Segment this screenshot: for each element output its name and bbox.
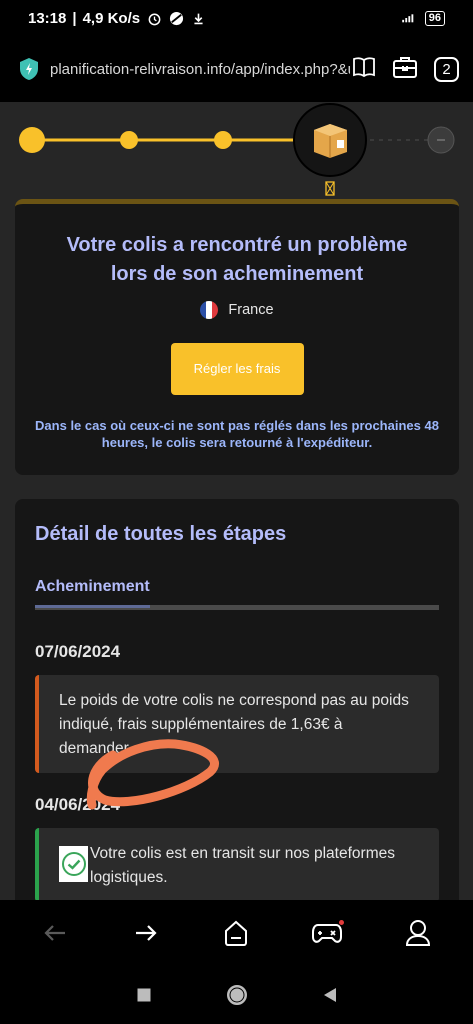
event-text: Votre colis est en transit sur nos plate… — [90, 845, 395, 886]
details-title: Détail de toutes les étapes — [35, 523, 287, 545]
delivery-progress — [19, 103, 455, 196]
battery-level: 96 — [424, 10, 445, 26]
back-button[interactable] — [33, 911, 77, 955]
download-icon — [190, 10, 206, 26]
screen: 13:18 | 4,9 Ko/s 96 planification-relivr… — [0, 0, 473, 1024]
home-icon — [225, 920, 248, 946]
country-row: France — [15, 301, 459, 319]
tab-acheminement[interactable]: Acheminement — [35, 578, 439, 596]
pay-fees-button[interactable]: Régler les frais — [170, 343, 304, 395]
toolbox-icon[interactable] — [392, 55, 418, 84]
details-card: Détail de toutes les étapes Acheminement… — [15, 499, 459, 900]
event-status-bar — [35, 828, 39, 900]
event-date: 04/06/2024 — [35, 795, 121, 814]
home-circle-icon[interactable] — [226, 984, 248, 1006]
games-button[interactable] — [305, 911, 349, 955]
system-nav-bar — [0, 966, 473, 1024]
event-item: Votre colis est en transit sur nos plate… — [35, 828, 439, 900]
status-separator: | — [72, 9, 77, 27]
back-triangle-icon[interactable] — [322, 986, 338, 1004]
alarm-icon — [146, 10, 162, 26]
arrow-right-icon — [135, 925, 157, 941]
shield-icon[interactable] — [18, 57, 40, 81]
tab-underline — [35, 605, 439, 610]
reader-mode-icon[interactable] — [352, 56, 376, 83]
event-text: Le poids de votre colis ne correspond pa… — [59, 692, 409, 757]
url-field[interactable]: planification-relivraison.info/app/index… — [50, 61, 350, 78]
signal-icon — [401, 10, 417, 26]
tabs-count-button[interactable]: 2 — [434, 56, 459, 82]
gamepad-icon — [312, 924, 343, 943]
alert-title: Votre colis a rencontré un problème lors… — [66, 234, 408, 285]
status-bar: 13:18 | 4,9 Ko/s 96 — [0, 0, 473, 36]
alert-card: Votre colis a rencontré un problème lors… — [15, 199, 459, 475]
progress-step-3 — [214, 131, 232, 149]
status-time: 13:18 — [28, 9, 67, 27]
check-circle-icon — [59, 846, 88, 882]
recents-square-icon[interactable] — [136, 987, 152, 1003]
event-status-bar — [35, 675, 39, 773]
browser-bottom-toolbar — [0, 900, 473, 966]
event-date: 07/06/2024 — [35, 642, 121, 661]
arrow-left-icon — [44, 925, 66, 941]
notification-dot — [339, 920, 345, 925]
country-label: France — [228, 302, 274, 318]
home-button[interactable] — [214, 911, 258, 955]
event-item: Le poids de votre colis ne correspond pa… — [35, 675, 439, 773]
forward-button[interactable] — [124, 911, 168, 955]
progress-step-1 — [19, 127, 45, 153]
return-warning: Dans le cas où ceux-ci ne sont pas réglé… — [35, 418, 439, 450]
dnd-icon — [168, 10, 184, 26]
network-speed: 4,9 Ko/s — [82, 9, 141, 27]
browser-url-bar: planification-relivraison.info/app/index… — [0, 36, 473, 102]
france-flag-icon — [200, 301, 219, 319]
package-box-icon — [314, 124, 347, 158]
web-page: Votre colis a rencontré un problème lors… — [0, 102, 473, 900]
user-icon — [405, 920, 430, 946]
profile-button[interactable] — [396, 911, 440, 955]
progress-step-2 — [120, 131, 138, 149]
